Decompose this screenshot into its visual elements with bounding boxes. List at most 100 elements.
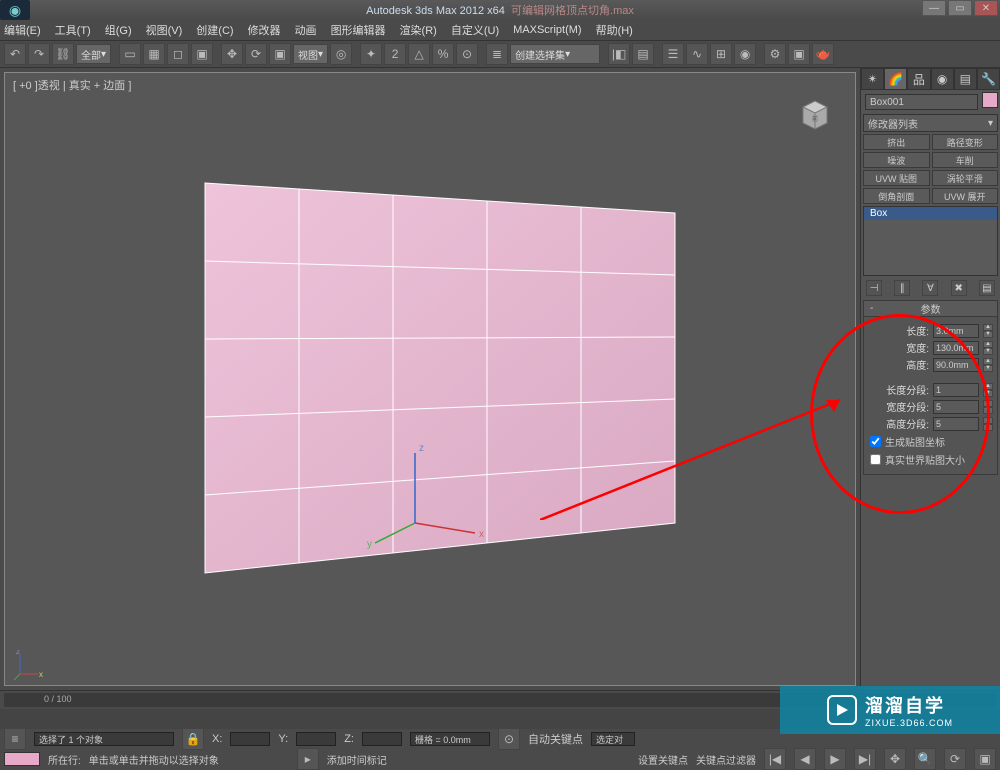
close-button[interactable]: ✕ <box>974 0 998 16</box>
link-icon[interactable]: ⛓ <box>52 43 74 65</box>
height-spinner[interactable]: 90.0mm <box>933 358 979 372</box>
z-field[interactable] <box>362 732 402 746</box>
menu-graph[interactable]: 图形编辑器 <box>331 22 386 38</box>
length-spinner[interactable]: 3.0mm <box>933 324 979 338</box>
x-field[interactable] <box>230 732 270 746</box>
play-start-icon[interactable]: |◀ <box>764 748 786 770</box>
scale-icon[interactable]: ▣ <box>269 43 291 65</box>
wseg-arrows[interactable]: ▲▼ <box>983 400 993 414</box>
mod-uvwmap[interactable]: UVW 贴图 <box>863 170 930 186</box>
object-color-swatch[interactable] <box>982 92 998 108</box>
mod-noise[interactable]: 噪波 <box>863 152 930 168</box>
mod-extrude[interactable]: 挤出 <box>863 134 930 150</box>
setkey-button[interactable]: 设置关键点 <box>638 752 688 767</box>
window-cross-icon[interactable]: ▣ <box>191 43 213 65</box>
manip-icon[interactable]: ✦ <box>360 43 382 65</box>
tab-utility-icon[interactable]: 🔧 <box>977 68 1000 90</box>
select-name-icon[interactable]: ▦ <box>143 43 165 65</box>
length-arrows[interactable]: ▲▼ <box>983 324 993 338</box>
menu-create[interactable]: 创建(C) <box>196 22 233 38</box>
tab-create-icon[interactable]: ✴ <box>861 68 884 90</box>
tab-hierarchy-icon[interactable]: 品 <box>907 68 930 90</box>
menu-maxscript[interactable]: MAXScript(M) <box>513 24 581 36</box>
mod-turbosmooth[interactable]: 涡轮平滑 <box>932 170 999 186</box>
menu-modifier[interactable]: 修改器 <box>248 22 281 38</box>
width-arrows[interactable]: ▲▼ <box>983 341 993 355</box>
named-sel-dropdown[interactable]: 创建选择集 ▾ <box>510 44 600 64</box>
box-object[interactable]: x y z <box>195 173 685 593</box>
real-world-checkbox[interactable]: 真实世界贴图大小 <box>870 452 991 467</box>
minimize-button[interactable]: — <box>922 0 946 16</box>
perspective-viewport[interactable]: [ +0 ]透视 | 真实 + 边面 ] 前 <box>4 72 856 686</box>
height-arrows[interactable]: ▲▼ <box>983 358 993 372</box>
mirror-icon[interactable]: |◧ <box>608 43 630 65</box>
redo-icon[interactable]: ↷ <box>28 43 50 65</box>
key-mode-icon[interactable]: ⊙ <box>498 728 520 750</box>
show-end-icon[interactable]: ∥ <box>894 280 910 296</box>
refcoord-dropdown[interactable]: 视图 ▾ <box>293 44 328 64</box>
menu-anim[interactable]: 动画 <box>295 22 317 38</box>
curve-editor-icon[interactable]: ∿ <box>686 43 708 65</box>
play-next-icon[interactable]: ▶| <box>854 748 876 770</box>
width-spinner[interactable]: 130.0mm <box>933 341 979 355</box>
snap-icon[interactable]: 2 <box>384 43 406 65</box>
pivot-icon[interactable]: ◎ <box>330 43 352 65</box>
pin-stack-icon[interactable]: ⊣ <box>866 280 882 296</box>
play-icon[interactable]: ▶ <box>824 748 846 770</box>
y-field[interactable] <box>296 732 336 746</box>
lseg-arrows[interactable]: ▲▼ <box>983 383 993 397</box>
mod-bevelprofile[interactable]: 倒角剖面 <box>863 188 930 204</box>
mod-uvwunwrap[interactable]: UVW 展开 <box>932 188 999 204</box>
tab-modify-icon[interactable]: 🌈 <box>884 68 907 90</box>
configure-icon[interactable]: ▤ <box>979 280 995 296</box>
modifier-list-dropdown[interactable]: 修改器列表▾ <box>863 114 998 132</box>
play-prev-icon[interactable]: ◀ <box>794 748 816 770</box>
align-icon[interactable]: ▤ <box>632 43 654 65</box>
modifier-stack[interactable]: Box <box>863 206 998 276</box>
menu-tools[interactable]: 工具(T) <box>55 22 91 38</box>
spinner-snap-icon[interactable]: ⊙ <box>456 43 478 65</box>
menu-help[interactable]: 帮助(H) <box>596 22 633 38</box>
maximize-button[interactable]: ▭ <box>948 0 972 16</box>
make-unique-icon[interactable]: ∀ <box>922 280 938 296</box>
percent-snap-icon[interactable]: % <box>432 43 454 65</box>
named-sel-icon[interactable]: ≣ <box>486 43 508 65</box>
layer-icon[interactable]: ☰ <box>662 43 684 65</box>
lock-icon[interactable]: 🔒 <box>182 728 204 750</box>
rect-select-icon[interactable]: ◻ <box>167 43 189 65</box>
wseg-spinner[interactable]: 5 <box>933 400 979 414</box>
viewport-label[interactable]: [ +0 ]透视 | 真实 + 边面 ] <box>13 77 131 93</box>
keyfilter-button[interactable]: 关键点过滤器 <box>696 752 756 767</box>
nav-pan-icon[interactable]: ✥ <box>884 748 906 770</box>
render-icon[interactable]: 🫖 <box>812 43 834 65</box>
hseg-arrows[interactable]: ▲▼ <box>983 417 993 431</box>
hseg-spinner[interactable]: 5 <box>933 417 979 431</box>
object-name-field[interactable]: Box001 <box>865 94 978 110</box>
viewcube-icon[interactable]: 前 <box>795 93 835 133</box>
rollout-header[interactable]: -参数 <box>864 301 997 317</box>
nav-orbit-icon[interactable]: ⟳ <box>944 748 966 770</box>
undo-icon[interactable]: ↶ <box>4 43 26 65</box>
angle-snap-icon[interactable]: △ <box>408 43 430 65</box>
menu-custom[interactable]: 自定义(U) <box>451 22 499 38</box>
mod-pathdeform[interactable]: 路径变形 <box>932 134 999 150</box>
mod-lathe[interactable]: 车削 <box>932 152 999 168</box>
menu-edit[interactable]: 编辑(E) <box>4 22 41 38</box>
add-time-tag[interactable]: 添加时间标记 <box>327 752 387 767</box>
tag-icon[interactable]: ▸ <box>297 748 319 770</box>
menu-view[interactable]: 视图(V) <box>146 22 183 38</box>
tab-display-icon[interactable]: ▤ <box>954 68 977 90</box>
gen-map-checkbox[interactable]: 生成贴图坐标 <box>870 434 991 449</box>
remove-mod-icon[interactable]: ✖ <box>951 280 967 296</box>
stack-item-box[interactable]: Box <box>864 207 997 220</box>
keyset-dropdown[interactable]: 选定对 <box>591 732 635 746</box>
nav-zoom-icon[interactable]: 🔍 <box>914 748 936 770</box>
schematic-icon[interactable]: ⊞ <box>710 43 732 65</box>
render-frame-icon[interactable]: ▣ <box>788 43 810 65</box>
rotate-icon[interactable]: ⟳ <box>245 43 267 65</box>
select-icon[interactable]: ▭ <box>119 43 141 65</box>
menu-render[interactable]: 渲染(R) <box>400 22 437 38</box>
move-icon[interactable]: ✥ <box>221 43 243 65</box>
menu-group[interactable]: 组(G) <box>105 22 132 38</box>
autokey-button[interactable]: 自动关键点 <box>528 731 583 747</box>
